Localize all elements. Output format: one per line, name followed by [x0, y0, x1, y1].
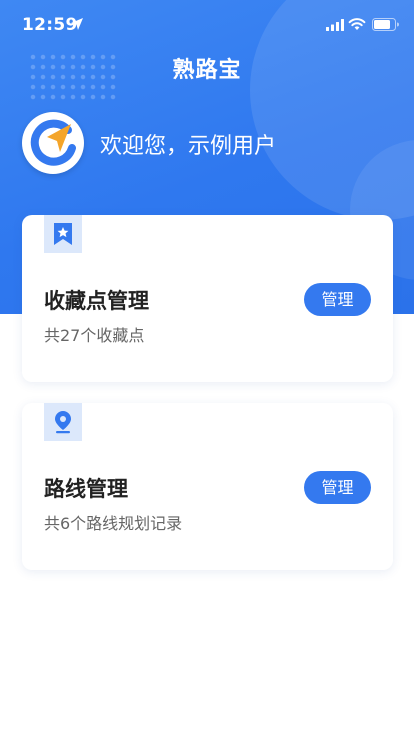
favorites-card: 收藏点管理 共27个收藏点 管理	[22, 215, 393, 382]
card-subtitle: 共6个路线规划记录	[44, 514, 183, 533]
manage-routes-button[interactable]: 管理	[304, 471, 371, 504]
signal-icon	[326, 19, 344, 31]
avatar	[22, 112, 84, 174]
routes-card: 路线管理 共6个路线规划记录 管理	[22, 403, 393, 570]
location-arrow-icon	[71, 18, 83, 30]
card-badge	[44, 403, 82, 441]
manage-favorites-button[interactable]: 管理	[304, 283, 371, 316]
card-title: 路线管理	[44, 477, 128, 501]
app-logo-icon	[30, 119, 76, 166]
app-title: 熟路宝	[172, 58, 242, 83]
welcome-text: 欢迎您，示例用户	[100, 134, 277, 159]
location-pin-icon	[55, 411, 71, 434]
battery-icon	[372, 18, 399, 31]
status-bar: 12:59	[0, 0, 414, 48]
bookmark-star-icon	[54, 223, 72, 245]
wifi-icon	[348, 18, 366, 30]
card-badge	[44, 215, 82, 253]
card-title: 收藏点管理	[44, 289, 149, 313]
card-subtitle: 共27个收藏点	[44, 326, 145, 345]
